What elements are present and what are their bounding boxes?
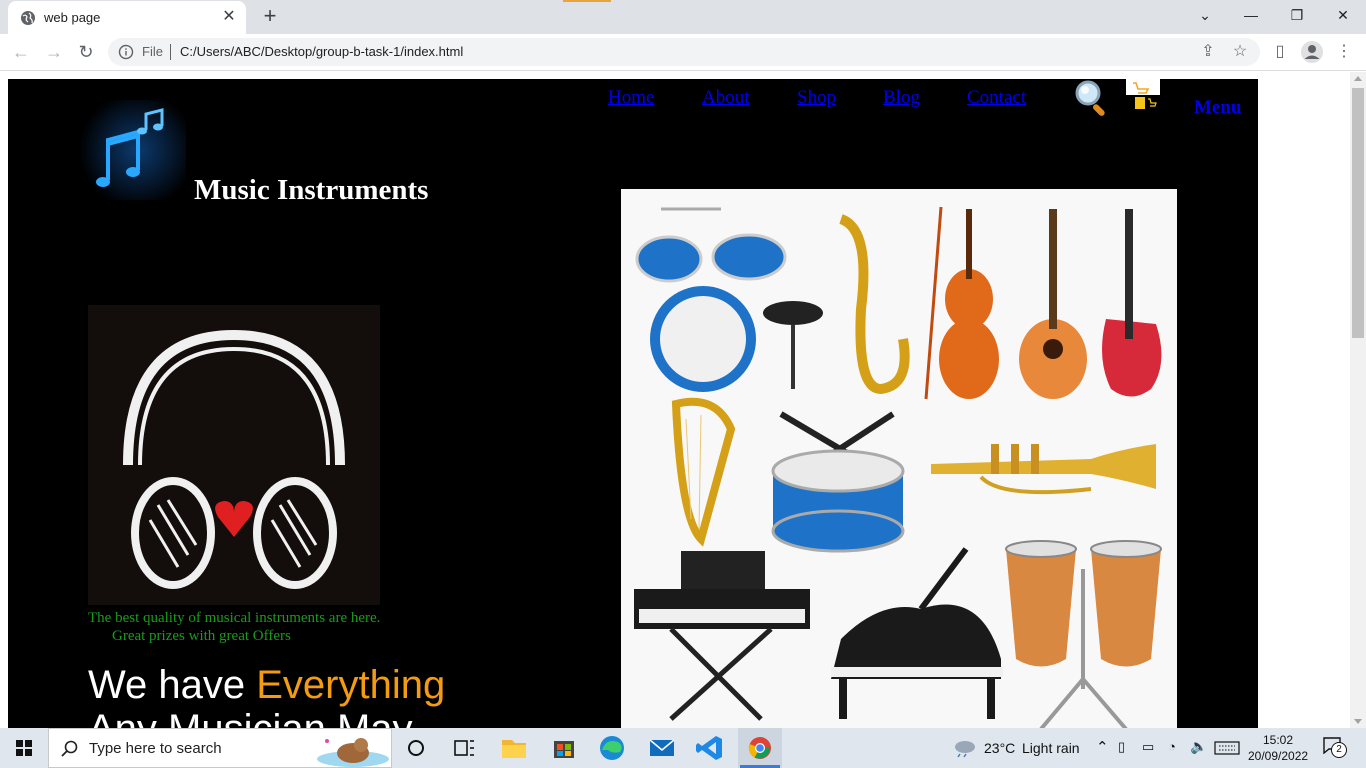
close-window-button[interactable]: ✕ bbox=[1320, 0, 1366, 30]
vscode-icon[interactable] bbox=[690, 732, 730, 764]
task-view-icon[interactable] bbox=[444, 732, 484, 764]
headline-line-2: Any Musician May bbox=[88, 707, 413, 728]
minimize-button[interactable]: — bbox=[1228, 0, 1274, 30]
windows-start-icon[interactable] bbox=[0, 728, 48, 768]
page-viewport: Home About Shop Blog Contact Menu Music … bbox=[0, 72, 1350, 728]
addicted-to-music-image bbox=[88, 305, 380, 605]
new-tab-button[interactable]: + bbox=[258, 5, 282, 29]
browser-toolbar: ← → ↻ File C:/Users/ABC/Desktop/group-b-… bbox=[0, 34, 1366, 71]
tray-chevron-up-icon[interactable]: ⌃ bbox=[1096, 738, 1109, 756]
info-icon[interactable] bbox=[118, 44, 134, 60]
bookmark-star-icon[interactable]: ☆ bbox=[1228, 40, 1252, 64]
url-scheme-label: File bbox=[142, 44, 163, 59]
tab-close-icon[interactable]: ✕ bbox=[220, 8, 238, 26]
mail-icon[interactable] bbox=[642, 732, 682, 764]
page-scrollbar[interactable] bbox=[1350, 72, 1366, 728]
browser-tab[interactable]: web page ✕ bbox=[8, 1, 246, 34]
share-icon[interactable]: ⇪ bbox=[1196, 40, 1220, 64]
nav-link-contact[interactable]: Contact bbox=[967, 87, 1026, 109]
headline-text: We have bbox=[88, 663, 257, 707]
notification-count-badge: 2 bbox=[1331, 742, 1347, 758]
weather-temperature[interactable]: 23°C bbox=[984, 740, 1015, 756]
music-note-logo bbox=[78, 100, 186, 200]
nav-link-blog[interactable]: Blog bbox=[883, 87, 920, 109]
chrome-icon bbox=[748, 737, 771, 759]
microsoft-store-icon[interactable] bbox=[544, 732, 584, 764]
globe-icon bbox=[21, 11, 35, 25]
headline: We have Everything bbox=[88, 663, 445, 707]
kebab-menu-icon[interactable]: ⋮ bbox=[1332, 40, 1356, 64]
cart-icon[interactable] bbox=[1126, 79, 1160, 115]
search-highlight-illustration-icon bbox=[317, 738, 389, 767]
nav-link-about[interactable]: About bbox=[702, 87, 750, 109]
url-text[interactable]: C:/Users/ABC/Desktop/group-b-task-1/inde… bbox=[180, 44, 463, 59]
menu-button[interactable]: Menu bbox=[1194, 97, 1242, 119]
tagline-line-1: The best quality of musical instruments … bbox=[88, 610, 381, 626]
keyboard-icon[interactable] bbox=[1214, 740, 1240, 756]
side-panel-icon[interactable]: ▯ bbox=[1268, 40, 1292, 64]
forward-arrow-icon[interactable]: → bbox=[42, 40, 66, 64]
tab-strip-accent bbox=[563, 0, 611, 2]
browser-tab-strip: web page ✕ + ⌄ — ❐ ✕ bbox=[0, 0, 1366, 34]
scrollbar-thumb[interactable] bbox=[1352, 88, 1364, 338]
windows-taskbar: Type here to search 23°C Light rain ⌃ ▯ … bbox=[0, 728, 1366, 768]
site-container: Home About Shop Blog Contact Menu Music … bbox=[8, 79, 1258, 728]
reload-icon[interactable]: ↻ bbox=[74, 40, 98, 64]
headline-highlight: Everything bbox=[256, 663, 446, 707]
weather-description[interactable]: Light rain bbox=[1022, 740, 1080, 756]
tab-title: web page bbox=[44, 10, 101, 25]
tab-search-chevron-icon[interactable]: ⌄ bbox=[1182, 0, 1228, 30]
chrome-taskbar-button[interactable] bbox=[738, 728, 782, 768]
weather-cloud-rain-icon[interactable] bbox=[952, 738, 978, 758]
volume-icon[interactable]: 🔈 bbox=[1190, 738, 1207, 755]
omnibox-divider bbox=[170, 44, 171, 60]
tagline-line-2: Great prizes with great Offers bbox=[112, 628, 291, 644]
search-glass-icon bbox=[61, 740, 78, 757]
scroll-up-arrow-icon[interactable] bbox=[1354, 76, 1362, 81]
back-arrow-icon[interactable]: ← bbox=[9, 40, 33, 64]
profile-avatar-icon[interactable] bbox=[1300, 40, 1324, 64]
clock-date: 20/09/2022 bbox=[1248, 749, 1309, 763]
cortana-circle-icon[interactable] bbox=[396, 732, 436, 764]
tray-device-icon[interactable]: ▯ bbox=[1118, 739, 1125, 755]
nav-link-shop[interactable]: Shop bbox=[797, 87, 836, 109]
instruments-collage-image bbox=[621, 189, 1177, 728]
clock-time: 15:02 bbox=[1262, 733, 1294, 747]
edge-icon[interactable] bbox=[592, 732, 632, 764]
site-title: Music Instruments bbox=[194, 174, 429, 206]
taskbar-search-box[interactable]: Type here to search bbox=[48, 728, 392, 768]
battery-icon[interactable]: ▭ bbox=[1142, 739, 1154, 755]
file-explorer-icon[interactable] bbox=[494, 732, 534, 764]
search-icon[interactable] bbox=[1074, 79, 1112, 117]
scroll-down-arrow-icon[interactable] bbox=[1354, 719, 1362, 724]
taskbar-clock[interactable]: 15:02 20/09/2022 bbox=[1248, 732, 1308, 764]
taskbar-search-placeholder: Type here to search bbox=[89, 740, 222, 757]
notification-center-button[interactable]: 2 bbox=[1322, 736, 1348, 760]
address-bar[interactable]: File C:/Users/ABC/Desktop/group-b-task-1… bbox=[108, 38, 1260, 66]
wifi-icon[interactable]: ◔ bbox=[1168, 739, 1176, 754]
nav-link-home[interactable]: Home bbox=[608, 87, 654, 109]
restore-button[interactable]: ❐ bbox=[1274, 0, 1320, 30]
